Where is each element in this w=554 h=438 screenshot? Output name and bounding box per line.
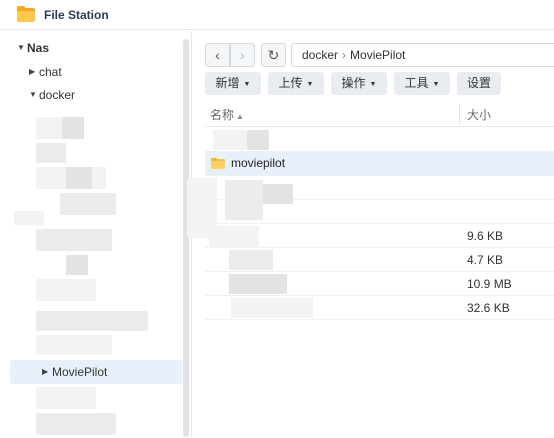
tree-root-nas[interactable]: ▼ Nas [17, 37, 49, 59]
redacted-area [66, 167, 92, 189]
back-button[interactable]: ‹ [205, 43, 230, 67]
redacted-area [229, 250, 273, 270]
path-segment[interactable]: docker [302, 48, 338, 62]
file-size: 9.6 KB [467, 229, 504, 243]
upload-button[interactable]: 上传 ▼ [268, 72, 324, 95]
path-bar[interactable]: docker › MoviePilot [291, 43, 554, 67]
redacted-area [36, 117, 62, 139]
file-size: 32.6 KB [467, 301, 510, 315]
redacted-area [36, 413, 116, 435]
caret-down-icon: ▼ [306, 81, 314, 88]
redacted-area [36, 311, 148, 331]
redacted-area [36, 279, 96, 301]
refresh-icon: ↻ [267, 47, 280, 63]
chevron-left-icon: ‹ [215, 47, 220, 63]
new-button[interactable]: 新增 ▼ [205, 72, 261, 95]
sort-ascending-icon: ▲ [236, 112, 244, 121]
redacted-area [66, 255, 88, 275]
action-button[interactable]: 操作 ▼ [331, 72, 387, 95]
chevron-right-icon[interactable]: ▶ [29, 61, 39, 83]
caret-down-icon: ▼ [369, 81, 377, 88]
redacted-area [213, 130, 247, 150]
window-title: File Station [44, 8, 109, 22]
redacted-area [62, 117, 84, 139]
redacted-area [36, 229, 112, 251]
redacted-area [36, 143, 66, 163]
chevron-down-icon[interactable]: ▼ [17, 37, 27, 59]
chevron-right-icon[interactable]: ▶ [42, 361, 52, 383]
file-size: 4.7 KB [467, 253, 504, 267]
caret-down-icon: ▼ [432, 81, 440, 88]
sidebar-scrollbar[interactable] [183, 39, 189, 437]
chevron-down-icon[interactable]: ▼ [29, 84, 39, 106]
redacted-area [36, 335, 112, 355]
tools-button[interactable]: 工具 ▼ [394, 72, 450, 95]
redacted-area [209, 226, 259, 248]
tree-root-label: Nas [27, 41, 50, 55]
title-bar: File Station [0, 0, 554, 30]
file-name: moviepilot [231, 156, 286, 170]
column-header-size[interactable]: 大小 [467, 106, 491, 123]
tree-item-moviepilot[interactable]: ▶ MoviePilot [42, 361, 107, 383]
settings-button[interactable]: 设置 [457, 72, 501, 95]
redacted-area [225, 180, 263, 220]
file-size: 10.9 MB [467, 277, 512, 291]
caret-down-icon: ▼ [243, 81, 251, 88]
tree-item-label: MoviePilot [52, 365, 108, 379]
file-station-icon [17, 6, 35, 22]
refresh-button[interactable]: ↻ [261, 43, 286, 67]
forward-button[interactable]: › [230, 43, 255, 67]
tree-item-label: docker [39, 88, 76, 102]
path-segment[interactable]: MoviePilot [350, 48, 405, 62]
table-header: 名称 ▲ 大小 [205, 102, 554, 127]
redacted-area [231, 298, 313, 318]
main-panel: ‹ › ↻ docker › MoviePilot 新增 ▼ 上传 ▼ 操作 ▼ 工具 ▼ … [187, 31, 554, 438]
sidebar: ▼ Nas ▶ chat ▼ docker ▶ MoviePilot [0, 31, 192, 438]
path-separator: › [342, 48, 347, 62]
column-divider[interactable] [459, 104, 460, 125]
redacted-area [60, 193, 116, 215]
tree-item-chat[interactable]: ▶ chat [29, 61, 62, 83]
redacted-area [247, 130, 269, 150]
tree-item-docker[interactable]: ▼ docker [29, 84, 75, 106]
redacted-area [263, 184, 293, 204]
chevron-right-icon: › [240, 47, 245, 63]
redacted-area [14, 211, 44, 225]
redacted-area [36, 387, 96, 409]
table-row[interactable]: moviepilot [205, 152, 554, 176]
redacted-area [229, 274, 287, 294]
column-header-name[interactable]: 名称 ▲ [210, 106, 244, 123]
folder-icon [211, 158, 225, 169]
tree-item-label: chat [39, 65, 62, 79]
